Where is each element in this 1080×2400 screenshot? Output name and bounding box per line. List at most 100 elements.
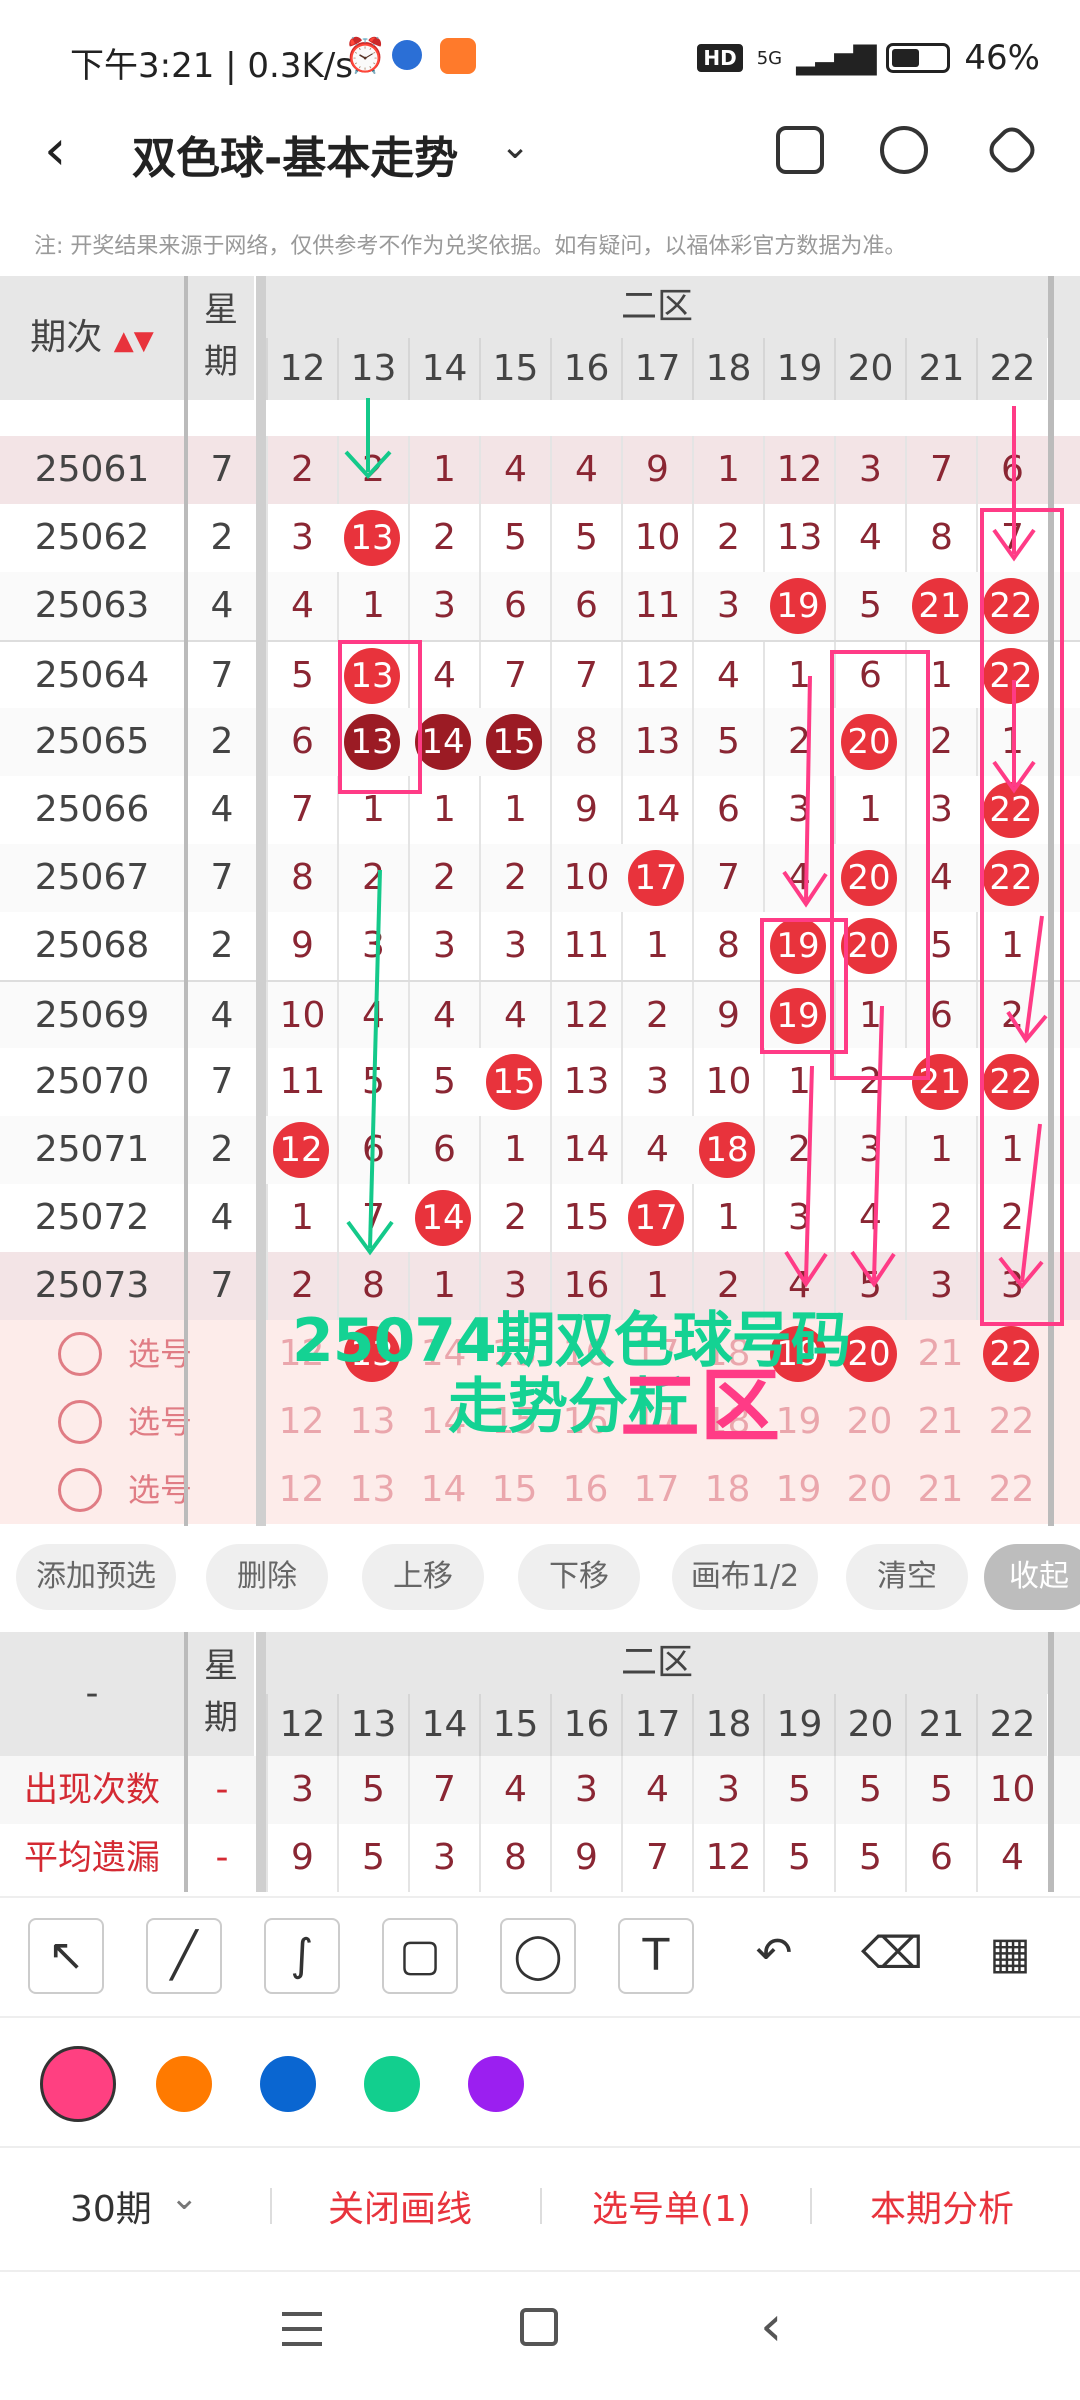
stats-column-header: 18 [692,1694,763,1756]
clear-brush-icon[interactable]: ▦ [972,1918,1048,1994]
stats-value-cell: 10 [976,1756,1047,1824]
system-nav-bar: ‹ [0,2270,1080,2400]
title-bar: ‹ 双色球-基本走势 ⌄ [0,100,1080,200]
column-divider [256,1632,266,1892]
chevron-left-icon[interactable]: ‹ [44,118,66,183]
stats-value-cell: 9 [266,1824,337,1892]
collapse-button[interactable]: 收起 [984,1544,1080,1610]
line-tool-icon[interactable]: ╱ [146,1918,222,1994]
stats-value-cell: 7 [621,1824,692,1892]
move-down-button[interactable]: 下移 [518,1544,640,1610]
delete-button[interactable]: 删除 [206,1544,328,1610]
stats-value-cell: 4 [479,1756,550,1824]
stats-value-cell: 3 [550,1756,621,1824]
stats-value-cell: 8 [479,1824,550,1892]
stats-value-cell: 5 [834,1824,905,1892]
page-title: 双色球-基本走势 [132,133,459,184]
stats-value-cell: 5 [763,1824,834,1892]
rect-tool-icon[interactable]: ▢ [382,1918,458,1994]
stats-value-cell: 5 [337,1756,408,1824]
stats-column-header: 12 [266,1694,337,1756]
battery-icon [886,43,951,73]
stats-value-cell: 5 [763,1756,834,1824]
column-divider [1048,1632,1054,1892]
stats-value-cell: 12 [692,1824,763,1892]
eraser-icon[interactable]: ⌫ [854,1918,930,1994]
phone-layout-icon[interactable] [776,126,824,174]
divider [810,2188,812,2224]
settings-icon[interactable] [983,121,1041,179]
stats-header-dash: - [0,1632,184,1756]
color-swatch[interactable] [468,2056,524,2112]
clear-button[interactable]: 清空 [846,1544,968,1610]
pick-list-button[interactable]: 选号单(1) [592,2180,751,2232]
color-swatch[interactable] [156,2056,212,2112]
stats-value-cell: 7 [408,1756,479,1824]
stats-column-header: 22 [976,1694,1047,1756]
text-tool-icon[interactable]: T [618,1918,694,1994]
stats-week-cell: - [215,1769,229,1810]
signal-icon: ▂▃▅▇ [796,40,876,76]
stats-value-cell: 5 [834,1756,905,1824]
analysis-button[interactable]: 本期分析 [870,2180,1014,2232]
column-divider [184,1632,188,1892]
battery-percent: 46% [964,38,1040,78]
network-label: 5G [756,47,783,69]
divider [270,2188,272,2224]
home-icon[interactable] [520,2308,558,2346]
menu-icon[interactable] [282,2312,322,2346]
stats-week-cell: - [215,1837,229,1878]
disclaimer-notice: 注: 开奖结果来源于网络，仅供参考不作为兑奖依据。如有疑问，以福体彩官方数据为准… [34,234,907,259]
canvas-page-button[interactable]: 画布1/2 [672,1544,818,1610]
stats-row-label: 出现次数 [24,1770,160,1810]
stats-row-label: 平均遗漏 [24,1838,160,1878]
color-swatch[interactable] [260,2056,316,2112]
stats-column-header: 20 [834,1694,905,1756]
stats-value-cell: 6 [905,1824,976,1892]
status-time: 下午3:21 | 0.3K/s [70,46,353,86]
chevron-down-icon[interactable]: ⌄ [500,126,530,167]
move-up-button[interactable]: 上移 [362,1544,484,1610]
stats-value-cell: 3 [408,1824,479,1892]
color-swatch[interactable] [40,2046,116,2122]
status-bar: 下午3:21 | 0.3K/s ⏰ HD 5G ▂▃▅▇ 46% [0,0,1080,100]
stats-column-header: 13 [337,1694,408,1756]
period-selector[interactable]: 30期 [70,2180,152,2232]
chevron-down-icon[interactable]: ⌄ [170,2178,199,2218]
stats-header-week: 星期 [188,1632,254,1756]
stats-column-header: 14 [408,1694,479,1756]
stats-zone-label: 二区 [266,1632,1048,1694]
back-icon[interactable]: ‹ [760,2294,782,2359]
curve-tool-icon[interactable]: ∫ [264,1918,340,1994]
color-palette [0,2016,1080,2146]
stats-value-cell: 3 [692,1756,763,1824]
status-right: HD 5G ▂▃▅▇ 46% [697,38,1040,78]
stats-value-cell: 4 [621,1756,692,1824]
stats-value-cell: 3 [266,1756,337,1824]
divider [540,2188,542,2224]
drawing-tools: ↖ ╱ ∫ ▢ ◯ T ↶ ⌫ ▦ [0,1896,1080,2016]
add-preselect-button[interactable]: 添加预选 [16,1544,176,1610]
arrow-tool-icon[interactable]: ↖ [28,1918,104,1994]
app-notification-icon [392,40,422,70]
stats-table: - 星期 二区 12 13 14 15 16 17 18 19 20 21 22 出现次数 -3 5 7 4… [0,1626,1080,1896]
selection-toolbar: 添加预选 删除 上移 下移 画布1/2 清空 收起 [0,1526,1080,1636]
stats-value-cell: 9 [550,1824,621,1892]
stats-column-header: 17 [621,1694,692,1756]
stats-row: 出现次数 -3 5 7 4 3 4 3 5 5 5 10 [0,1756,1080,1824]
circle-tool-icon[interactable]: ◯ [500,1918,576,1994]
bottom-bar: 30期 ⌄ 关闭画线 选号单(1) 本期分析 [0,2146,1080,2270]
color-swatch[interactable] [364,2056,420,2112]
hd-badge: HD [697,44,743,72]
app-notification-icon-2 [440,38,476,74]
stats-value-cell: 4 [976,1824,1047,1892]
stats-value-cell: 5 [337,1824,408,1892]
stats-column-header: 19 [763,1694,834,1756]
stats-column-header: 16 [550,1694,621,1756]
stats-value-cell: 5 [905,1756,976,1824]
undo-icon[interactable]: ↶ [736,1918,812,1994]
share-icon[interactable] [880,126,928,174]
stats-row: 平均遗漏 -9 5 3 8 9 7 12 5 5 6 4 [0,1824,1080,1892]
close-lines-button[interactable]: 关闭画线 [328,2180,472,2232]
overlay-zone: 二区 [620,1360,780,1453]
